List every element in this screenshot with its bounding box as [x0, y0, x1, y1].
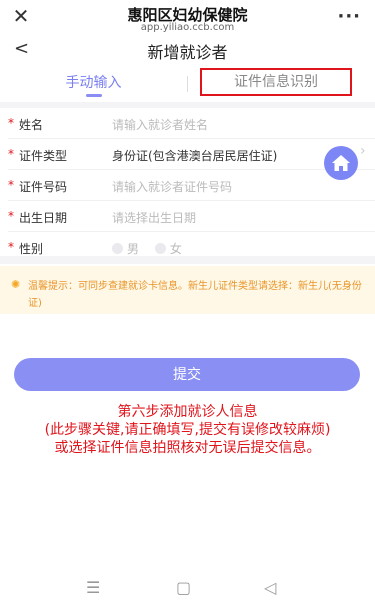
required-mark: *	[8, 116, 14, 130]
annotation-line-3: 或选择证件信息拍照核对无误后提交信息。	[54, 440, 321, 456]
name-label: 姓名	[19, 118, 44, 132]
birth-date-row[interactable]: * 出生日期 请选择出生日期	[0, 201, 375, 232]
menu-icon[interactable]: ☰	[86, 578, 100, 597]
input-mode-tabs: 手动输入 证件信息识别	[0, 66, 375, 102]
system-nav-bar: ☰ ▢ ◁	[0, 572, 375, 605]
back-nav-icon[interactable]: ◁	[264, 578, 276, 597]
more-menu-icon[interactable]: ···	[337, 6, 361, 27]
required-mark: *	[8, 178, 14, 192]
tip-banner: ✺ 温馨提示：可同步查建就诊卡信息。新生儿证件类型请选择：新生儿(无身份证)	[0, 266, 375, 314]
annotation-line-1: 第六步添加就诊人信息	[117, 404, 258, 420]
browser-header: ✕ 惠阳区妇幼保健院 app.yiliao.ccb.com ···	[0, 0, 375, 36]
required-mark: *	[8, 147, 14, 161]
section-divider	[0, 256, 375, 264]
required-mark: *	[8, 240, 14, 254]
home-float-button[interactable]	[324, 146, 358, 180]
id-number-input[interactable]: 请输入就诊者证件号码	[112, 178, 232, 195]
gender-female-label[interactable]: 女	[170, 242, 182, 256]
active-tab-indicator	[86, 94, 102, 97]
home-nav-icon[interactable]: ▢	[176, 578, 191, 597]
id-type-select[interactable]: 身份证(包含港澳台居民居住证)	[112, 147, 277, 164]
gender-female-radio[interactable]	[154, 243, 166, 254]
birth-date-label: 出生日期	[19, 211, 68, 225]
id-number-label: 证件号码	[19, 180, 68, 194]
name-row[interactable]: * 姓名 请输入就诊者姓名	[0, 108, 375, 139]
required-mark: *	[8, 209, 14, 223]
gender-label: 性别	[19, 242, 44, 256]
gender-male-radio[interactable]	[112, 243, 123, 254]
tab-divider	[187, 76, 188, 92]
tab-id-recognition-label: 证件信息识别	[234, 74, 318, 90]
gender-male-label[interactable]: 男	[127, 242, 139, 256]
page-header: < 新增就诊者	[0, 36, 375, 64]
annotation-line-2: (此步骤关键,请正确填写,提交有误修改较麻烦)	[44, 422, 331, 438]
tab-id-recognition[interactable]: 证件信息识别	[200, 68, 352, 96]
birth-date-picker[interactable]: 请选择出生日期	[112, 209, 196, 226]
gender-radio-group: 男 女	[112, 240, 194, 257]
id-type-row[interactable]: * 证件类型 身份证(包含港澳台居民居住证)	[0, 139, 375, 170]
name-input[interactable]: 请输入就诊者姓名	[112, 116, 208, 133]
submit-button[interactable]: 提交	[14, 358, 360, 391]
home-icon	[332, 155, 350, 171]
id-number-row[interactable]: * 证件号码 请输入就诊者证件号码	[0, 170, 375, 201]
browser-url: app.yiliao.ccb.com	[140, 22, 235, 33]
lightbulb-icon: ✺	[11, 278, 21, 291]
tip-text: 温馨提示：可同步查建就诊卡信息。新生儿证件类型请选择：新生儿(无身份证)	[28, 281, 362, 309]
chevron-right-icon: ›	[360, 143, 366, 159]
page-title: 新增就诊者	[147, 43, 228, 62]
id-type-label: 证件类型	[19, 149, 68, 163]
